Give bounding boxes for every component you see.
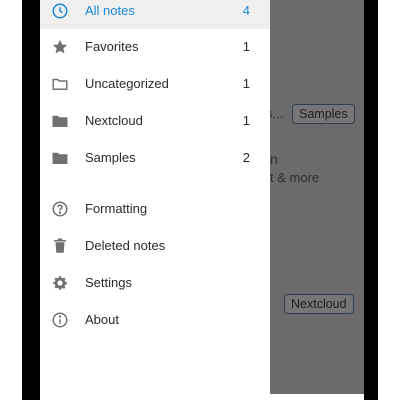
category-chip-samples: Samples [292,104,355,124]
nav-item-deleted-notes[interactable]: Deleted notes [40,227,270,264]
gear-icon [50,273,70,293]
nav-item-count: 1 [242,76,250,91]
note-snippet: s... [270,106,284,121]
nav-item-label: Samples [85,150,136,165]
nav-item-label: Uncategorized [85,76,169,91]
drawer-scrim[interactable]: s... Samples n t & more Nextcloud [270,0,364,394]
folder-icon [50,148,70,168]
nav-item-formatting[interactable]: Formatting [40,190,270,227]
star-icon [50,37,70,57]
nav-item-label: Favorites [85,39,139,54]
nav-item-label: Formatting [85,201,148,216]
trash-icon [50,236,70,256]
folder-outline-icon [50,74,70,94]
clock-icon [50,1,70,21]
info-icon [50,310,70,330]
category-chip-nextcloud: Nextcloud [284,294,354,314]
nav-item-about[interactable]: About [40,301,270,338]
navigation-drawer: All notes 4 Favorites 1 Uncategorized 1 … [40,0,270,394]
nav-item-all-notes[interactable]: All notes 4 [40,0,270,29]
nav-item-count: 2 [242,150,250,165]
nav-item-count: 4 [242,3,250,18]
nav-item-count: 1 [242,113,250,128]
nav-item-label: All notes [85,3,135,18]
nav-item-favorites[interactable]: Favorites 1 [40,28,270,65]
device-bezel-left [22,0,40,400]
nav-item-uncategorized[interactable]: Uncategorized 1 [40,65,270,102]
note-title: n [270,151,278,167]
help-circle-icon [50,199,70,219]
nav-item-samples[interactable]: Samples 2 [40,139,270,176]
device-bezel-right [364,0,378,400]
nav-item-label: Nextcloud [85,113,143,128]
nav-item-nextcloud[interactable]: Nextcloud 1 [40,102,270,139]
nav-item-label: About [85,312,119,327]
nav-item-count: 1 [242,39,250,54]
folder-icon [50,111,70,131]
nav-item-label: Deleted notes [85,238,166,253]
nav-item-label: Settings [85,275,132,290]
note-snippet: t & more [270,170,320,185]
nav-item-settings[interactable]: Settings [40,264,270,301]
